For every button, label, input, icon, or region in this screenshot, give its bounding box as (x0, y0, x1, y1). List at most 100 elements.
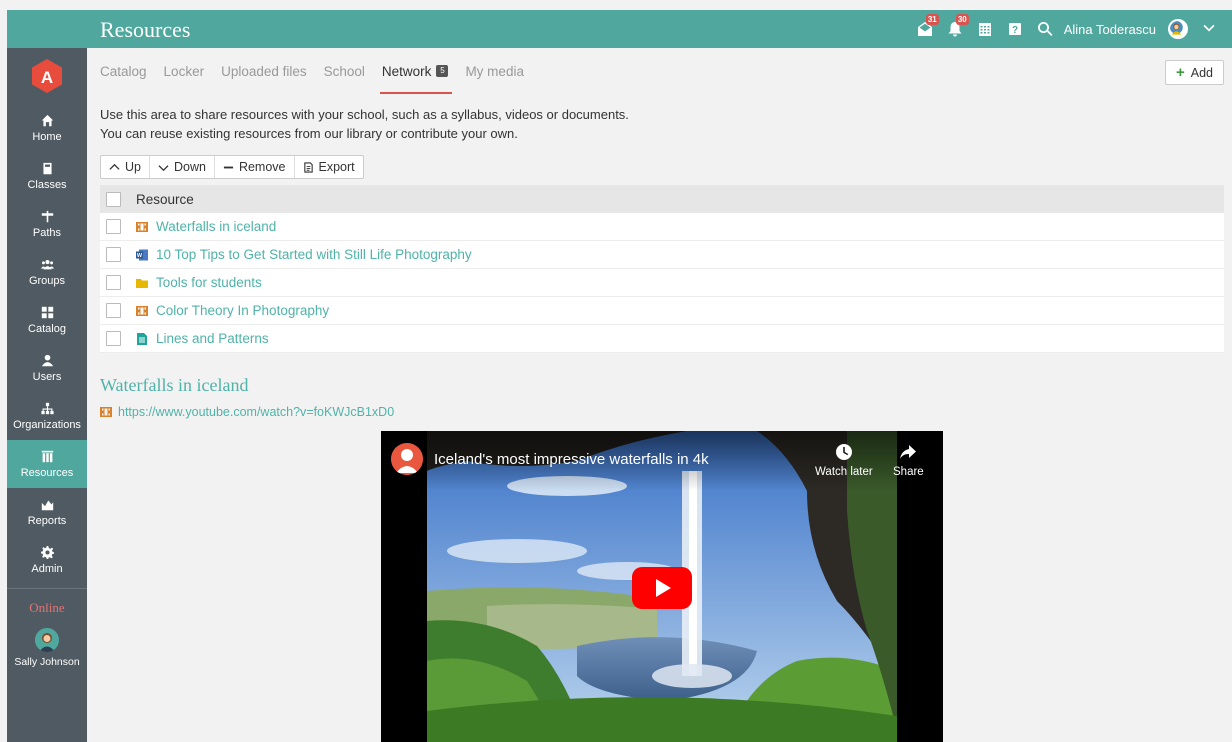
tab-uploaded-files[interactable]: Uploaded files (221, 48, 307, 94)
sidebar-item-resources[interactable]: Resources (7, 440, 87, 488)
channel-avatar[interactable] (391, 443, 423, 475)
chevron-down-icon (158, 164, 169, 171)
tab-catalog[interactable]: Catalog (100, 48, 147, 94)
resource-link[interactable]: 10 Top Tips to Get Started with Still Li… (156, 247, 472, 262)
header-actions: 31 30 ? Alina Toderascu (916, 10, 1232, 48)
move-up-button[interactable]: Up (101, 156, 150, 178)
sidebar-item-label: Catalog (28, 322, 66, 335)
sidebar-item-groups[interactable]: Groups (7, 248, 87, 296)
header-user-avatar[interactable] (1168, 19, 1188, 39)
tab-label: My media (465, 63, 524, 79)
chart-icon (40, 498, 54, 512)
sidebar-top-strip (7, 10, 87, 48)
select-all-checkbox[interactable] (106, 191, 121, 207)
library-icon (40, 450, 54, 464)
watch-later-label: Watch later (815, 466, 873, 478)
remove-label: Remove (238, 160, 286, 174)
logo[interactable]: A (7, 48, 87, 104)
video-title[interactable]: Iceland's most impressive waterfalls in … (434, 451, 709, 468)
gear-icon (40, 546, 54, 560)
signpost-icon (40, 210, 54, 224)
add-button[interactable]: + Add (1164, 60, 1224, 85)
group-icon (40, 258, 54, 272)
tab-count-badge: 5 (436, 65, 449, 77)
page-title: Resources (100, 17, 191, 42)
sidebar-item-label: Organizations (13, 418, 81, 431)
share-button[interactable]: Share (893, 443, 924, 478)
video-icon (136, 221, 148, 233)
resource-tabs: Catalog Locker Uploaded files School Net… (100, 48, 1224, 94)
sidebar-item-label: Home (32, 130, 62, 143)
description-line-2: You can reuse existing resources from ou… (100, 126, 518, 141)
remove-button[interactable]: Remove (215, 156, 295, 178)
online-user-name: Sally Johnson (14, 656, 80, 668)
org-chart-icon (40, 402, 54, 416)
description-line-1: Use this area to share resources with yo… (100, 107, 629, 122)
sidebar-item-users[interactable]: Users (7, 344, 87, 392)
row-checkbox[interactable] (106, 303, 121, 318)
resource-link[interactable]: Tools for students (156, 275, 262, 290)
sidebar-item-home[interactable]: Home (7, 104, 87, 152)
user-icon (40, 354, 54, 368)
share-arrow-icon (900, 445, 917, 459)
column-header-resource: Resource (136, 191, 194, 207)
word-doc-icon: W (136, 249, 148, 261)
online-user[interactable]: Sally Johnson (7, 628, 87, 668)
tab-label: Uploaded files (221, 63, 307, 79)
row-checkbox[interactable] (106, 275, 121, 290)
tab-network[interactable]: Network 5 (379, 48, 452, 94)
sidebar-item-admin[interactable]: Admin (7, 536, 87, 584)
sidebar-item-label: Reports (27, 514, 67, 527)
table-header: Resource (100, 185, 1224, 213)
tab-label: Catalog (100, 63, 147, 79)
watch-later-button[interactable]: Watch later (815, 443, 873, 478)
resource-link[interactable]: Color Theory In Photography (156, 303, 329, 318)
sidebar-item-reports[interactable]: Reports (7, 488, 87, 536)
sidebar-item-organizations[interactable]: Organizations (7, 392, 87, 440)
sidebar-item-label: Groups (28, 274, 66, 287)
chevron-up-icon (109, 163, 120, 170)
search-button[interactable] (1036, 20, 1054, 38)
table-row: Color Theory In Photography (100, 297, 1224, 325)
help-button[interactable]: ? (1006, 20, 1024, 38)
tab-locker[interactable]: Locker (164, 48, 205, 94)
resource-url[interactable]: https://www.youtube.com/watch?v=foKWJcB1… (100, 405, 1224, 419)
export-label: Export (318, 160, 355, 174)
sidebar-item-label: Users (32, 370, 62, 383)
row-checkbox[interactable] (106, 247, 121, 262)
table-row: Tools for students (100, 269, 1224, 297)
resource-link[interactable]: Lines and Patterns (156, 331, 269, 346)
chevron-down-icon (1203, 24, 1215, 32)
user-menu-toggle[interactable] (1200, 20, 1218, 38)
video-player[interactable]: Iceland's most impressive waterfalls in … (381, 431, 943, 742)
resource-link[interactable]: Waterfalls in iceland (156, 219, 276, 234)
avatar-icon (35, 628, 59, 652)
tab-label: Network (381, 63, 432, 79)
search-icon (1037, 22, 1053, 36)
notifications-button[interactable]: 30 (946, 14, 969, 38)
tab-school[interactable]: School (324, 48, 365, 94)
header-user-name[interactable]: Alina Toderascu (1064, 22, 1156, 37)
tab-my-media[interactable]: My media (465, 48, 524, 94)
sidebar-item-catalog[interactable]: Catalog (7, 296, 87, 344)
sidebar-item-label: Classes (27, 178, 67, 191)
table-row: Lines and Patterns (100, 325, 1224, 353)
tab-label: Locker (163, 63, 205, 79)
messages-button[interactable]: 31 (916, 14, 939, 38)
online-label: Online (29, 600, 65, 615)
export-button[interactable]: Export (295, 156, 363, 178)
table-row: W 10 Top Tips to Get Started with Still … (100, 241, 1224, 269)
video-icon (136, 305, 148, 317)
row-checkbox[interactable] (106, 219, 121, 234)
move-down-label: Down (173, 160, 206, 174)
notifications-badge: 30 (955, 14, 969, 25)
calendar-button[interactable] (976, 20, 994, 38)
row-checkbox[interactable] (106, 331, 121, 346)
move-down-button[interactable]: Down (150, 156, 215, 178)
sidebar-item-classes[interactable]: Classes (7, 152, 87, 200)
logo-icon: A (32, 59, 62, 93)
sidebar-item-paths[interactable]: Paths (7, 200, 87, 248)
svg-text:W: W (137, 253, 143, 259)
resource-url-text: https://www.youtube.com/watch?v=foKWJcB1… (118, 405, 395, 419)
play-button[interactable] (632, 567, 692, 609)
